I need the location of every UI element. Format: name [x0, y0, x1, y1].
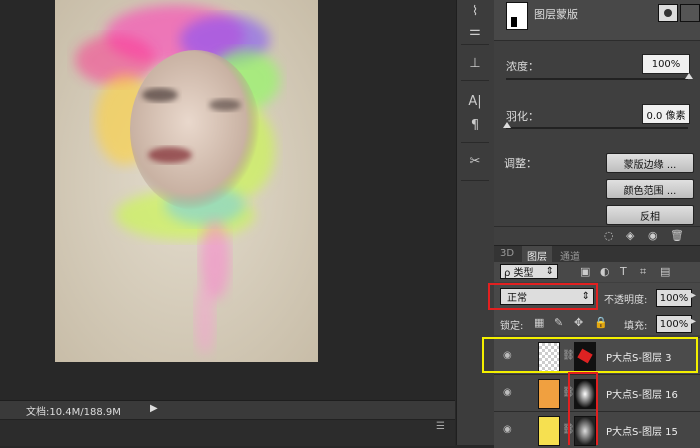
fill-arrow-icon[interactable]: ▸	[691, 316, 696, 327]
document-canvas[interactable]	[55, 0, 318, 362]
feather-slider[interactable]	[506, 127, 688, 129]
delete-mask-icon[interactable]: 🗑	[670, 229, 684, 242]
mask-title: 图层蒙版	[534, 8, 578, 21]
visibility-eye-icon[interactable]: ◉	[503, 387, 515, 398]
fill-input[interactable]: 100%	[656, 315, 692, 333]
lock-position-icon[interactable]: ✥	[574, 316, 583, 329]
layer-thumbnail	[538, 416, 560, 446]
apply-mask-icon[interactable]: ◈	[626, 229, 634, 242]
filter-kind-label: ρ 类型	[504, 268, 534, 279]
density-slider-thumb[interactable]	[685, 73, 693, 79]
lock-image-icon[interactable]: ✎	[554, 316, 563, 329]
invert-button[interactable]: 反相	[606, 205, 694, 225]
opacity-input[interactable]: 100%	[656, 289, 692, 307]
layer-thumbnail	[538, 379, 560, 409]
tool-presets-icon[interactable]: ✂	[463, 150, 487, 172]
layer-name[interactable]: P大点S-图层 15	[606, 423, 678, 438]
mask-edge-button[interactable]: 蒙版边缘 ...	[606, 153, 694, 173]
tab-channels[interactable]: 通道	[560, 248, 580, 263]
filter-smart-object-icon[interactable]: ▤	[660, 265, 670, 278]
visibility-icon[interactable]: ◉	[648, 229, 658, 242]
lock-row: 锁定: ▦ ✎ ✥ 🔒 填充: 100% ▸	[494, 311, 700, 335]
align-icon[interactable]: ⊥	[463, 52, 487, 74]
layer-filter-row: ρ 类型 ⇕ ▣ ◐ T ⌗ ▤	[494, 262, 700, 282]
layers-tab-bar: 3D 图层 通道	[494, 245, 700, 263]
layer-name[interactable]: P大点S-图层 16	[606, 386, 678, 401]
lock-label: 锁定:	[500, 321, 524, 332]
adjustments-icon[interactable]: ⚌	[463, 20, 487, 42]
color-range-button[interactable]: 颜色范围 ...	[606, 179, 694, 199]
blend-mode-dropdown[interactable]: 正常 ⇕	[500, 288, 594, 305]
adjust-label: 调整：	[504, 157, 537, 170]
load-selection-icon[interactable]: ◌	[604, 229, 614, 242]
feather-slider-thumb[interactable]	[503, 122, 511, 128]
tab-3d[interactable]: 3D	[500, 248, 514, 259]
layer-highlight-yellow	[482, 337, 698, 373]
opacity-label: 不透明度:	[604, 295, 648, 306]
filter-shape-icon[interactable]: ⌗	[640, 265, 646, 279]
document-size-info: 文档:10.4M/188.9M	[26, 407, 121, 418]
panel-dock-column: ⌇ ⚌ ⊥ A| ¶ ✂	[456, 0, 495, 445]
blend-mode-value: 正常	[507, 293, 527, 304]
opacity-arrow-icon[interactable]: ▸	[691, 290, 696, 301]
filter-kind-dropdown[interactable]: ρ 类型 ⇕	[500, 264, 558, 279]
filter-pixel-icon[interactable]: ▣	[580, 265, 590, 278]
status-menu-arrow-icon[interactable]: ▶	[150, 403, 158, 414]
visibility-eye-icon[interactable]: ◉	[503, 424, 515, 435]
filter-type-icon[interactable]: T	[620, 265, 627, 278]
tab-layers[interactable]: 图层	[527, 248, 547, 263]
vector-mask-icon[interactable]	[680, 4, 700, 22]
density-label: 浓度：	[506, 60, 539, 73]
status-bar: 文档:10.4M/188.9M ▶	[0, 400, 455, 419]
pixel-mask-icon[interactable]	[658, 4, 678, 22]
character-icon[interactable]: A|	[463, 90, 487, 112]
properties-layers-panel: 图层蒙版 浓度： 100% 羽化： 0.0 像素 调整： 蒙版边缘 ... 颜色…	[482, 0, 700, 448]
density-slider[interactable]	[506, 78, 688, 80]
mask-thumbnail	[506, 2, 528, 30]
lock-all-icon[interactable]: 🔒	[594, 316, 608, 329]
mask-highlight-red	[568, 372, 598, 445]
paragraph-icon[interactable]: ¶	[463, 114, 487, 136]
bottom-panel-strip: ☰	[0, 419, 455, 446]
brush-icon[interactable]: ⌇	[463, 0, 487, 22]
density-input[interactable]: 100%	[642, 54, 690, 74]
mask-header: 图层蒙版	[494, 0, 700, 41]
blend-row: 正常 ⇕ 不透明度: 100% ▸	[488, 283, 700, 311]
fill-label: 填充:	[624, 321, 648, 332]
artwork-image	[55, 0, 318, 362]
lock-transparent-icon[interactable]: ▦	[534, 316, 544, 329]
panel-menu-icon[interactable]: ☰	[436, 421, 445, 432]
filter-adjustment-icon[interactable]: ◐	[600, 265, 610, 278]
mask-actions-bar: ◌ ◈ ◉ 🗑	[494, 226, 700, 245]
feather-input[interactable]: 0.0 像素	[642, 104, 690, 124]
